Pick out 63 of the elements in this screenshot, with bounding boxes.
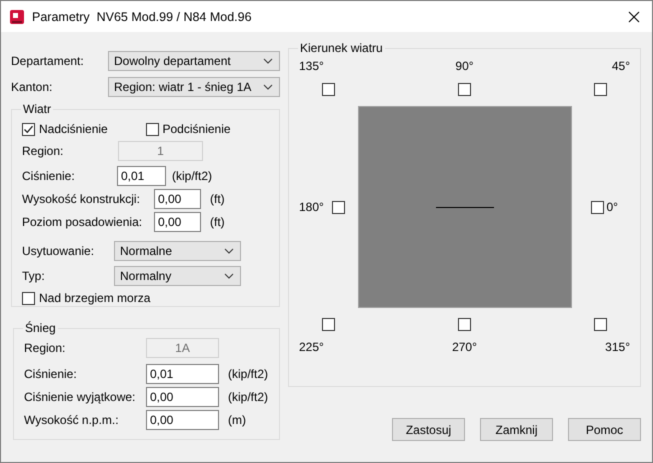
dropdown[interactable]: Dowolny departament xyxy=(108,51,280,71)
unit-label: (ft) xyxy=(210,192,225,206)
dropdown[interactable]: Region: wiatr 1 - śnieg 1A xyxy=(108,77,280,97)
unit-label: (kip/ft2) xyxy=(228,367,268,381)
group-title: Wiatr xyxy=(22,102,52,116)
input-field[interactable]: 0,01 xyxy=(117,166,166,186)
dialog-button[interactable]: Zamknij xyxy=(480,418,553,441)
angle-label: 270° xyxy=(452,340,477,354)
angle-label: 135° xyxy=(299,59,324,73)
field-label: Wysokość konstrukcji: xyxy=(22,192,141,206)
field-label: Usytuowanie: xyxy=(22,244,96,258)
field-label: Poziom posadowienia: xyxy=(22,215,144,229)
window-title: Parametry NV65 Mod.99 / N84 Mod.96 xyxy=(32,10,253,24)
input-field[interactable]: 0,01 xyxy=(146,364,219,384)
chevron-down-icon xyxy=(224,273,234,279)
unit-label: (m) xyxy=(228,413,246,427)
group-title: Śnieg xyxy=(24,321,57,335)
field-label: Wysokość n.p.m.: xyxy=(24,413,120,427)
checkbox[interactable] xyxy=(458,83,471,96)
checkbox-label: Podciśnienie xyxy=(162,122,231,136)
angle-label: 315° xyxy=(605,340,630,354)
chevron-down-icon xyxy=(224,248,234,254)
angle-label: 225° xyxy=(299,340,324,354)
field-label: Ciśnienie wyjątkowe: xyxy=(24,390,136,404)
angle-label: 0° xyxy=(606,200,618,214)
field-label: Kanton: xyxy=(11,80,54,94)
angle-label: 90° xyxy=(455,59,474,73)
checkbox[interactable] xyxy=(458,318,471,331)
field-label: Typ: xyxy=(22,269,46,283)
app-logo-icon xyxy=(9,8,25,24)
dialog-button[interactable]: Zastosuj xyxy=(392,418,465,441)
dialog-button[interactable]: Pomoc xyxy=(568,418,641,441)
checkbox[interactable] xyxy=(22,292,35,304)
angle-label: 45° xyxy=(612,59,630,73)
unit-label: (kip/ft2) xyxy=(228,390,268,404)
input-field[interactable]: 0,00 xyxy=(146,387,219,407)
input-field[interactable]: 0,00 xyxy=(146,410,219,430)
checkbox[interactable] xyxy=(332,200,345,214)
checkbox[interactable] xyxy=(590,200,604,214)
group-title: Kierunek wiatru xyxy=(299,41,384,55)
checkbox[interactable] xyxy=(146,122,158,136)
dropdown[interactable]: Normalny xyxy=(114,266,241,286)
checkbox[interactable] xyxy=(322,318,336,331)
dropdown[interactable]: Normalne xyxy=(114,241,241,261)
field-label: Ciśnienie: xyxy=(24,367,78,381)
field-label: Ciśnienie: xyxy=(22,169,76,183)
unit-label: (kip/ft2) xyxy=(172,169,212,183)
angle-label: 180° xyxy=(299,200,324,214)
field-label: Region: xyxy=(22,144,64,158)
input-field[interactable]: 0,00 xyxy=(154,212,201,232)
checkbox[interactable] xyxy=(594,318,607,331)
unit-label: (ft) xyxy=(210,215,225,229)
close-icon[interactable] xyxy=(628,10,640,22)
input-field[interactable]: 0,00 xyxy=(154,189,201,209)
checkbox[interactable] xyxy=(594,83,607,96)
checkbox[interactable] xyxy=(322,83,336,96)
checkbox[interactable] xyxy=(22,122,35,136)
checkbox-label: Nad brzegiem morza xyxy=(39,291,150,305)
field-label: Region: xyxy=(24,341,66,355)
chevron-down-icon xyxy=(263,58,273,64)
chevron-down-icon xyxy=(263,84,273,90)
field-label: Departament: xyxy=(11,54,85,68)
checkbox-label: Nadciśnienie xyxy=(39,122,108,136)
